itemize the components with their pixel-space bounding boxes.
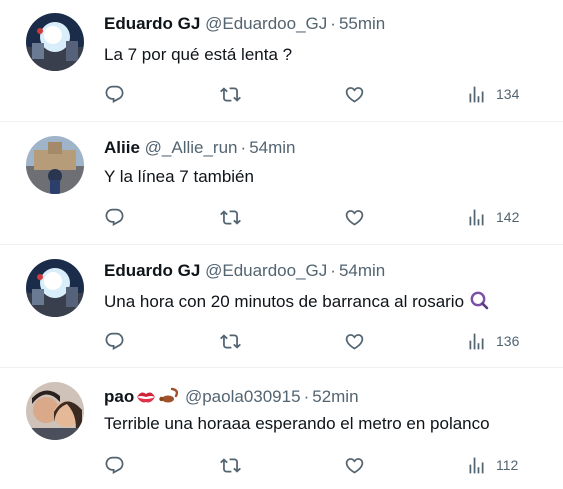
retweet-button[interactable] [220,206,241,228]
like-icon [344,84,365,105]
timestamp[interactable]: 55min [339,14,385,33]
retweet-icon [220,207,241,228]
reply-icon [104,207,125,228]
avatar[interactable] [26,13,84,71]
tweet-header: Eduardo GJ @Eduardoo_GJ · 55min [104,13,385,35]
tweet-item[interactable]: Eduardo GJ @Eduardoo_GJ · 55min La 7 por q… [0,0,563,122]
like-button[interactable] [344,454,365,476]
like-icon [344,331,365,352]
tweet-feed: Eduardo GJ @Eduardoo_GJ · 55min La 7 por q… [0,0,563,489]
tweet-actions: 112 [104,454,534,476]
retweet-button[interactable] [220,330,241,352]
views-button[interactable]: 134 [466,83,519,105]
views-count: 136 [496,333,520,349]
tweet-actions: 134 [104,83,534,105]
views-icon [466,331,487,352]
separator-dot: · [330,14,336,33]
display-name[interactable]: Eduardo GJ [104,14,200,33]
tweet-text-line: Una hora con 20 minutos de barranca al r… [104,290,489,313]
views-button[interactable]: 142 [466,206,519,228]
tweet-text: La 7 por qué está lenta ? [104,45,293,64]
tweet-item[interactable]: Eduardo GJ @Eduardoo_GJ · 54min Una hora c… [0,245,563,368]
reply-button[interactable] [104,83,125,105]
reply-button[interactable] [104,330,125,352]
tweet-item[interactable]: pao @paola030915 · 52min Terrible una hora… [0,368,563,489]
separator-dot: · [240,138,247,157]
avatar[interactable] [26,259,84,317]
retweet-icon [220,455,241,476]
magnifying-glass-emoji [470,291,489,310]
retweet-button[interactable] [220,454,241,476]
timestamp[interactable]: 54min [339,261,385,280]
tweet-actions: 136 [104,330,534,352]
like-icon [344,207,365,228]
tweet-actions: 142 [104,206,534,228]
like-button[interactable] [344,206,365,228]
views-count: 112 [496,457,519,473]
views-count: 134 [496,86,520,102]
avatar[interactable] [26,382,84,440]
scorpion-emoji [159,387,179,403]
reply-button[interactable] [104,206,125,228]
reply-button[interactable] [104,454,125,476]
display-name[interactable]: pao [104,387,134,406]
display-name[interactable]: Aliie [104,138,140,157]
like-button[interactable] [344,330,365,352]
separator-dot: · [303,387,310,406]
avatar[interactable] [26,136,84,194]
tweet-text: Terrible una horaaa esperando el metro e… [104,414,490,433]
views-button[interactable]: 136 [466,330,519,352]
retweet-icon [220,84,241,105]
tweet-header: Eduardo GJ @Eduardoo_GJ · 54min [104,260,385,282]
reply-icon [104,84,125,105]
reply-icon [104,455,125,476]
tweet-header: Aliie @_Allie_run · 54min [104,137,296,159]
views-count: 142 [496,209,520,225]
like-icon [344,455,365,476]
reply-icon [104,331,125,352]
user-handle[interactable]: @Eduardoo_GJ [205,14,327,33]
timestamp[interactable]: 54min [249,138,295,157]
kiss-mark-emoji [137,392,156,403]
views-button[interactable]: 112 [466,454,518,476]
tweet-header: pao @paola030915 · 52min [104,386,359,408]
views-icon [466,455,487,476]
tweet-item[interactable]: Aliie @_Allie_run · 54min Y la línea 7 tam… [0,122,563,245]
display-name[interactable]: Eduardo GJ [104,261,200,280]
retweet-button[interactable] [220,83,241,105]
like-button[interactable] [344,83,365,105]
timestamp[interactable]: 52min [312,387,358,406]
retweet-icon [220,331,241,352]
user-handle[interactable]: @Eduardoo_GJ [205,261,327,280]
separator-dot: · [330,261,336,280]
tweet-text: Una hora con 20 minutos de barranca al r… [104,292,465,311]
user-handle[interactable]: @paola030915 [185,387,301,406]
user-handle[interactable]: @_Allie_run [145,138,238,157]
views-icon [466,84,487,105]
tweet-text: Y la línea 7 también [104,167,254,186]
views-icon [466,207,487,228]
